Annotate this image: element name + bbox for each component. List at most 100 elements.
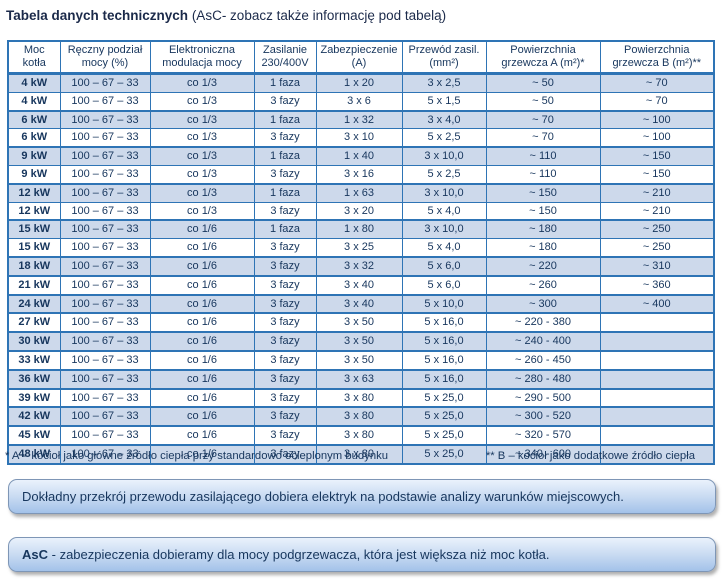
data-cell: 5 x 6,0 bbox=[402, 276, 486, 295]
data-cell: 5 x 16,0 bbox=[402, 313, 486, 332]
boiler-power-cell: 42 kW bbox=[8, 407, 60, 426]
data-cell: co 1/6 bbox=[150, 276, 254, 295]
data-cell: 3 fazy bbox=[254, 407, 316, 426]
data-cell: 3 fazy bbox=[254, 313, 316, 332]
table-row: 24 kW100 – 67 – 33co 1/63 fazy3 x 405 x … bbox=[8, 295, 714, 314]
data-cell: 3 fazy bbox=[254, 370, 316, 389]
data-cell: 100 – 67 – 33 bbox=[60, 74, 150, 93]
data-cell: co 1/6 bbox=[150, 295, 254, 314]
title-note: (AsC- zobacz także informację pod tabelą… bbox=[188, 8, 446, 23]
table-row: 42 kW100 – 67 – 33co 1/63 fazy3 x 805 x … bbox=[8, 407, 714, 426]
boiler-power-cell: 4 kW bbox=[8, 74, 60, 93]
data-cell: 100 – 67 – 33 bbox=[60, 276, 150, 295]
data-cell: 100 – 67 – 33 bbox=[60, 426, 150, 445]
table-row: 15 kW100 – 67 – 33co 1/61 faza1 x 803 x … bbox=[8, 220, 714, 238]
data-cell: ~ 150 bbox=[486, 202, 600, 220]
data-cell: co 1/3 bbox=[150, 92, 254, 110]
data-cell: 5 x 2,5 bbox=[402, 165, 486, 183]
page: Tabela danych technicznych (AsC- zobacz … bbox=[0, 0, 727, 588]
table-row: 12 kW100 – 67 – 33co 1/33 fazy3 x 205 x … bbox=[8, 202, 714, 220]
data-cell: co 1/6 bbox=[150, 239, 254, 257]
boiler-power-cell: 6 kW bbox=[8, 111, 60, 129]
data-cell: 3 x 10,0 bbox=[402, 220, 486, 238]
data-cell: 3 x 50 bbox=[316, 332, 402, 351]
data-cell: 3 fazy bbox=[254, 165, 316, 183]
data-cell: ~ 300 bbox=[486, 295, 600, 314]
table-row: 33 kW100 – 67 – 33co 1/63 fazy3 x 505 x … bbox=[8, 351, 714, 370]
footnotes: * A – kocioł jako główne źródło ciepła p… bbox=[5, 450, 707, 462]
data-cell: ~ 50 bbox=[486, 92, 600, 110]
data-cell: 3 fazy bbox=[254, 389, 316, 408]
table-row: 39 kW100 – 67 – 33co 1/63 fazy3 x 805 x … bbox=[8, 389, 714, 408]
data-cell: 5 x 25,0 bbox=[402, 426, 486, 445]
info-box-cable-cross-section: Dokładny przekrój przewodu zasilającego … bbox=[8, 479, 716, 514]
table-row: 27 kW100 – 67 – 33co 1/63 fazy3 x 505 x … bbox=[8, 313, 714, 332]
data-cell: ~ 360 bbox=[600, 276, 714, 295]
data-cell: 3 fazy bbox=[254, 239, 316, 257]
data-cell: co 1/6 bbox=[150, 351, 254, 370]
column-header: Moc kotła bbox=[8, 41, 60, 74]
data-cell bbox=[600, 370, 714, 389]
data-cell: 3 x 80 bbox=[316, 407, 402, 426]
technical-data-table: Moc kotłaRęczny podział mocy (%)Elektron… bbox=[7, 40, 715, 465]
data-cell: 5 x 4,0 bbox=[402, 239, 486, 257]
data-cell: 3 x 2,5 bbox=[402, 74, 486, 93]
boiler-power-cell: 45 kW bbox=[8, 426, 60, 445]
data-cell: 3 fazy bbox=[254, 426, 316, 445]
data-cell: 100 – 67 – 33 bbox=[60, 165, 150, 183]
data-cell: 5 x 16,0 bbox=[402, 370, 486, 389]
data-cell: 3 fazy bbox=[254, 202, 316, 220]
data-cell: ~ 210 bbox=[600, 184, 714, 202]
data-cell bbox=[600, 389, 714, 408]
data-cell: ~ 150 bbox=[600, 165, 714, 183]
data-cell bbox=[600, 407, 714, 426]
boiler-power-cell: 6 kW bbox=[8, 129, 60, 147]
info-box-1-text: Dokładny przekrój przewodu zasilającego … bbox=[22, 489, 624, 504]
data-cell: ~ 260 bbox=[486, 276, 600, 295]
info-box-2-text: - zabezpieczenia dobieramy dla mocy podg… bbox=[48, 547, 549, 562]
data-cell: 3 x 50 bbox=[316, 351, 402, 370]
data-cell: 1 x 40 bbox=[316, 147, 402, 165]
data-cell: 3 x 6 bbox=[316, 92, 402, 110]
data-cell: co 1/3 bbox=[150, 184, 254, 202]
boiler-power-cell: 9 kW bbox=[8, 147, 60, 165]
data-cell: 100 – 67 – 33 bbox=[60, 313, 150, 332]
column-header: Elektroniczna modulacja mocy bbox=[150, 41, 254, 74]
data-cell: ~ 180 bbox=[486, 239, 600, 257]
data-cell: co 1/3 bbox=[150, 147, 254, 165]
boiler-power-cell: 4 kW bbox=[8, 92, 60, 110]
data-cell: co 1/3 bbox=[150, 129, 254, 147]
data-cell: 100 – 67 – 33 bbox=[60, 111, 150, 129]
info-box-asc-note: AsC - zabezpieczenia dobieramy dla mocy … bbox=[8, 537, 716, 572]
data-cell: ~ 50 bbox=[486, 74, 600, 93]
data-cell: 5 x 2,5 bbox=[402, 129, 486, 147]
title-main: Tabela danych technicznych bbox=[6, 8, 188, 23]
column-header: Powierzchnia grzewcza B (m²)** bbox=[600, 41, 714, 74]
data-cell: 3 fazy bbox=[254, 351, 316, 370]
data-cell: 3 fazy bbox=[254, 276, 316, 295]
data-cell: 100 – 67 – 33 bbox=[60, 389, 150, 408]
data-cell: ~ 110 bbox=[486, 147, 600, 165]
data-cell: ~ 220 - 380 bbox=[486, 313, 600, 332]
data-cell: ~ 180 bbox=[486, 220, 600, 238]
data-cell: 3 x 10,0 bbox=[402, 147, 486, 165]
data-cell: 100 – 67 – 33 bbox=[60, 202, 150, 220]
data-cell: 3 x 80 bbox=[316, 426, 402, 445]
data-cell: 1 faza bbox=[254, 74, 316, 93]
column-header: Zasilanie 230/400V bbox=[254, 41, 316, 74]
table-row: 15 kW100 – 67 – 33co 1/63 fazy3 x 255 x … bbox=[8, 239, 714, 257]
data-cell: 1 x 20 bbox=[316, 74, 402, 93]
data-cell: co 1/3 bbox=[150, 111, 254, 129]
data-cell: ~ 70 bbox=[600, 92, 714, 110]
data-cell: ~ 260 - 450 bbox=[486, 351, 600, 370]
data-cell: co 1/6 bbox=[150, 407, 254, 426]
boiler-power-cell: 12 kW bbox=[8, 202, 60, 220]
data-cell: 3 x 40 bbox=[316, 295, 402, 314]
data-cell: 100 – 67 – 33 bbox=[60, 407, 150, 426]
data-cell: ~ 300 - 520 bbox=[486, 407, 600, 426]
data-cell: ~ 250 bbox=[600, 239, 714, 257]
column-header: Ręczny podział mocy (%) bbox=[60, 41, 150, 74]
data-cell: 100 – 67 – 33 bbox=[60, 92, 150, 110]
table-header-row: Moc kotłaRęczny podział mocy (%)Elektron… bbox=[8, 41, 714, 74]
data-cell: 1 x 80 bbox=[316, 220, 402, 238]
